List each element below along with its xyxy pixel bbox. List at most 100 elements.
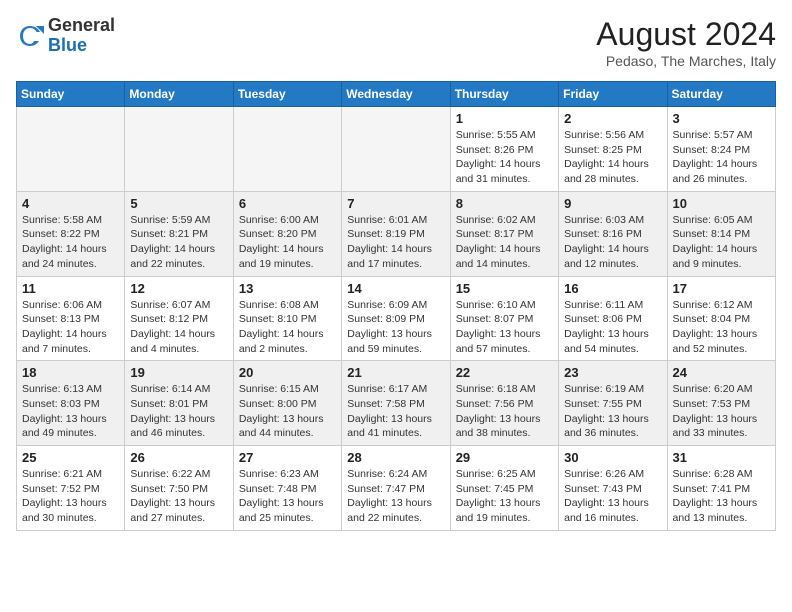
day-number: 4 [22,196,119,211]
weekday-header-monday: Monday [125,82,233,107]
calendar-day-cell [233,107,341,192]
day-number: 20 [239,365,336,380]
calendar-week-row: 11 Sunrise: 6:06 AM Sunset: 8:13 PM Dayli… [17,276,776,361]
day-info: Sunrise: 6:09 AM Sunset: 8:09 PM Dayligh… [347,298,444,357]
calendar-day-cell: 19Sunrise: 6:14 AM Sunset: 8:01 PM Dayli… [125,361,233,446]
calendar-day-cell: 22 Sunrise: 6:18 AM Sunset: 7:56 PM Dayli… [450,361,558,446]
day-number: 2 [564,111,661,126]
weekday-header-wednesday: Wednesday [342,82,450,107]
day-number: 13 [239,281,336,296]
day-number: 7 [347,196,444,211]
day-number: 12 [130,281,227,296]
day-info: Sunrise: 5:59 AM Sunset: 8:21 PM Dayligh… [130,213,227,272]
day-info: Sunrise: 6:01 AM Sunset: 8:19 PM Dayligh… [347,213,444,272]
day-number: 26 [130,450,227,465]
logo: General Blue [16,16,115,56]
day-info: Sunrise: 6:26 AM Sunset: 7:43 PM Dayligh… [564,467,661,526]
day-number: 19 [130,365,227,380]
logo-icon [16,22,44,50]
calendar-header: SundayMondayTuesdayWednesdayThursdayFrid… [17,82,776,107]
day-number: 31 [673,450,770,465]
day-info: Sunrise: 6:02 AM Sunset: 8:17 PM Dayligh… [456,213,553,272]
month-year-title: August 2024 [596,16,776,53]
calendar-day-cell: 3Sunrise: 5:57 AM Sunset: 8:24 PM Daylig… [667,107,775,192]
day-info: Sunrise: 6:23 AM Sunset: 7:48 PM Dayligh… [239,467,336,526]
day-info: Sunrise: 6:03 AM Sunset: 8:16 PM Dayligh… [564,213,661,272]
day-number: 8 [456,196,553,211]
calendar-day-cell: 17 Sunrise: 6:12 AM Sunset: 8:04 PM Dayli… [667,276,775,361]
calendar-day-cell: 10 Sunrise: 6:05 AM Sunset: 8:14 PM Dayli… [667,191,775,276]
day-number: 30 [564,450,661,465]
calendar-day-cell: 13 Sunrise: 6:08 AM Sunset: 8:10 PM Dayli… [233,276,341,361]
day-info: Sunrise: 6:11 AM Sunset: 8:06 PM Dayligh… [564,298,661,357]
day-info: Sunrise: 6:07 AM Sunset: 8:12 PM Dayligh… [130,298,227,357]
calendar-day-cell: 25Sunrise: 6:21 AM Sunset: 7:52 PM Dayli… [17,446,125,531]
day-number: 6 [239,196,336,211]
day-number: 25 [22,450,119,465]
day-number: 9 [564,196,661,211]
day-number: 11 [22,281,119,296]
calendar-day-cell: 28Sunrise: 6:24 AM Sunset: 7:47 PM Dayli… [342,446,450,531]
calendar-week-row: 18 Sunrise: 6:13 AM Sunset: 8:03 PM Dayli… [17,361,776,446]
day-number: 22 [456,365,553,380]
day-info: Sunrise: 6:28 AM Sunset: 7:41 PM Dayligh… [673,467,770,526]
day-info: Sunrise: 6:05 AM Sunset: 8:14 PM Dayligh… [673,213,770,272]
weekday-header-thursday: Thursday [450,82,558,107]
weekday-header-tuesday: Tuesday [233,82,341,107]
day-info: Sunrise: 6:25 AM Sunset: 7:45 PM Dayligh… [456,467,553,526]
calendar-week-row: 25Sunrise: 6:21 AM Sunset: 7:52 PM Dayli… [17,446,776,531]
day-info: Sunrise: 6:10 AM Sunset: 8:07 PM Dayligh… [456,298,553,357]
day-info: Sunrise: 6:06 AM Sunset: 8:13 PM Dayligh… [22,298,119,357]
day-info: Sunrise: 6:13 AM Sunset: 8:03 PM Dayligh… [22,382,119,441]
day-info: Sunrise: 5:57 AM Sunset: 8:24 PM Dayligh… [673,128,770,187]
weekday-header-row: SundayMondayTuesdayWednesdayThursdayFrid… [17,82,776,107]
day-info: Sunrise: 5:56 AM Sunset: 8:25 PM Dayligh… [564,128,661,187]
location-subtitle: Pedaso, The Marches, Italy [596,53,776,69]
calendar-day-cell: 21Sunrise: 6:17 AM Sunset: 7:58 PM Dayli… [342,361,450,446]
calendar-day-cell: 18 Sunrise: 6:13 AM Sunset: 8:03 PM Dayli… [17,361,125,446]
calendar-week-row: 1Sunrise: 5:55 AM Sunset: 8:26 PM Daylig… [17,107,776,192]
calendar-day-cell: 27 Sunrise: 6:23 AM Sunset: 7:48 PM Dayli… [233,446,341,531]
day-number: 16 [564,281,661,296]
calendar-day-cell: 2 Sunrise: 5:56 AM Sunset: 8:25 PM Daylig… [559,107,667,192]
calendar-day-cell: 24Sunrise: 6:20 AM Sunset: 7:53 PM Dayli… [667,361,775,446]
title-block: August 2024 Pedaso, The Marches, Italy [596,16,776,69]
calendar-day-cell: 4Sunrise: 5:58 AM Sunset: 8:22 PM Daylig… [17,191,125,276]
day-number: 14 [347,281,444,296]
calendar-day-cell: 16 Sunrise: 6:11 AM Sunset: 8:06 PM Dayli… [559,276,667,361]
calendar-day-cell: 14 Sunrise: 6:09 AM Sunset: 8:09 PM Dayli… [342,276,450,361]
calendar-day-cell: 20 Sunrise: 6:15 AM Sunset: 8:00 PM Dayli… [233,361,341,446]
calendar-day-cell [342,107,450,192]
day-number: 15 [456,281,553,296]
calendar-day-cell: 30 Sunrise: 6:26 AM Sunset: 7:43 PM Dayli… [559,446,667,531]
logo-text-block: General Blue [48,16,115,56]
calendar-day-cell: 12 Sunrise: 6:07 AM Sunset: 8:12 PM Dayli… [125,276,233,361]
day-number: 27 [239,450,336,465]
day-info: Sunrise: 6:00 AM Sunset: 8:20 PM Dayligh… [239,213,336,272]
calendar-day-cell: 29 Sunrise: 6:25 AM Sunset: 7:45 PM Dayli… [450,446,558,531]
day-info: Sunrise: 6:24 AM Sunset: 7:47 PM Dayligh… [347,467,444,526]
calendar-day-cell: 26Sunrise: 6:22 AM Sunset: 7:50 PM Dayli… [125,446,233,531]
calendar-day-cell: 1Sunrise: 5:55 AM Sunset: 8:26 PM Daylig… [450,107,558,192]
calendar-day-cell: 15 Sunrise: 6:10 AM Sunset: 8:07 PM Dayli… [450,276,558,361]
calendar-table: SundayMondayTuesdayWednesdayThursdayFrid… [16,81,776,531]
day-info: Sunrise: 6:18 AM Sunset: 7:56 PM Dayligh… [456,382,553,441]
day-number: 17 [673,281,770,296]
calendar-day-cell: 5Sunrise: 5:59 AM Sunset: 8:21 PM Daylig… [125,191,233,276]
calendar-day-cell: 7 Sunrise: 6:01 AM Sunset: 8:19 PM Daylig… [342,191,450,276]
day-number: 10 [673,196,770,211]
day-info: Sunrise: 6:17 AM Sunset: 7:58 PM Dayligh… [347,382,444,441]
calendar-day-cell: 23Sunrise: 6:19 AM Sunset: 7:55 PM Dayli… [559,361,667,446]
weekday-header-friday: Friday [559,82,667,107]
calendar-week-row: 4Sunrise: 5:58 AM Sunset: 8:22 PM Daylig… [17,191,776,276]
day-info: Sunrise: 6:15 AM Sunset: 8:00 PM Dayligh… [239,382,336,441]
day-info: Sunrise: 6:08 AM Sunset: 8:10 PM Dayligh… [239,298,336,357]
day-info: Sunrise: 6:12 AM Sunset: 8:04 PM Dayligh… [673,298,770,357]
calendar-day-cell [125,107,233,192]
day-number: 29 [456,450,553,465]
calendar-day-cell [17,107,125,192]
calendar-day-cell: 6 Sunrise: 6:00 AM Sunset: 8:20 PM Daylig… [233,191,341,276]
day-number: 23 [564,365,661,380]
weekday-header-saturday: Saturday [667,82,775,107]
day-number: 18 [22,365,119,380]
